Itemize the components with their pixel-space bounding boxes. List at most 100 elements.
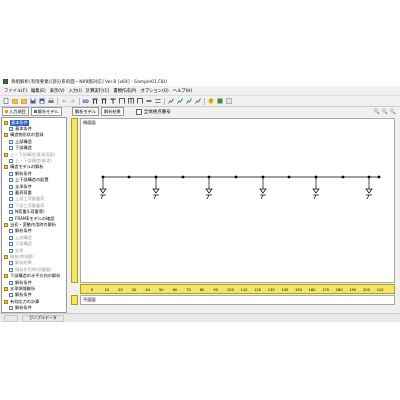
plan-view-pane[interactable]: 平面図	[80, 295, 395, 305]
tree-leaf-item[interactable]: 上部構造	[9, 139, 32, 144]
menu-calc[interactable]: 計算実行(C)	[86, 88, 110, 94]
tree-leaf-item[interactable]: 上下部構造の配置	[9, 177, 49, 183]
tab-model-view[interactable]: 解析モデル	[72, 107, 99, 116]
tree-item-label: N荷重(L荷重等)	[15, 209, 45, 215]
open-folder-icon[interactable]	[11, 98, 18, 105]
ruler-tick-label: 200	[363, 288, 370, 292]
tree-leaf-item[interactable]: 支承条件	[9, 184, 32, 189]
tree-leaf-item[interactable]: 下部構造	[9, 145, 32, 151]
tree-folder-item[interactable]: 下部構造の水平方向の解析	[4, 273, 60, 279]
side-view-pane[interactable]: 側面図	[80, 118, 395, 283]
save-icon[interactable]	[29, 98, 36, 105]
model-icon[interactable]	[145, 98, 152, 105]
document-icon	[9, 203, 13, 208]
3d-view-icon[interactable]: 3D	[82, 98, 89, 105]
undo-icon[interactable]	[60, 98, 67, 105]
input-items-icon	[5, 110, 8, 113]
tree-leaf-item[interactable]: 上・下部構造(基本)	[9, 158, 52, 163]
ruler-tick-label: 0	[91, 288, 94, 292]
zoom-out-icon[interactable]: 🔍	[382, 109, 388, 115]
tree-leaf-item[interactable]: 解析条件	[9, 171, 32, 176]
ruler-tick-label: 50	[159, 288, 164, 292]
tab-input-items[interactable]: 入力項目	[2, 107, 29, 116]
guide-icon[interactable]	[216, 98, 223, 105]
tree-folder-item[interactable]: 有効応力の計算	[4, 299, 39, 304]
info-icon[interactable]	[225, 98, 232, 105]
tree-leaf-item[interactable]: 上部工荷重載荷	[9, 196, 44, 202]
status-sample-data: ガンプルデータ	[22, 314, 64, 322]
graph-icon[interactable]	[176, 98, 183, 105]
tree-leaf-item[interactable]: 解析条件	[9, 280, 32, 285]
tree-leaf-item[interactable]: 上部構造	[9, 235, 32, 240]
tree-item-label: 偶発作用時(地震動)	[15, 266, 52, 272]
ruler-tick-label: 80	[199, 288, 205, 292]
model-icon[interactable]	[154, 98, 161, 105]
menu-edit[interactable]: 編集(E)	[31, 88, 46, 94]
zoom-fit-icon[interactable]: 🔍	[390, 109, 396, 115]
frame-icon[interactable]	[136, 98, 143, 105]
toolbar-separator	[79, 97, 80, 105]
tree-leaf-item[interactable]: 下部工荷重載荷	[9, 203, 44, 208]
help-icon[interactable]: ?	[207, 98, 214, 105]
menu-view[interactable]: 表示(V)	[50, 88, 65, 94]
left-tab-strip: 入力項目 解析モデル	[0, 107, 68, 116]
save-as-icon[interactable]	[38, 98, 45, 105]
tree-leaf-item[interactable]: 基本条件	[9, 126, 32, 131]
tree-folder-item[interactable]: 構造物形状の登録	[4, 132, 44, 138]
tree-folder-item[interactable]: 偶発(時刻歴)	[4, 254, 34, 259]
zoom-in-icon[interactable]: 🔍	[374, 109, 380, 115]
new-file-icon[interactable]	[2, 98, 9, 105]
folder-icon	[4, 299, 8, 304]
tree-item-label: 解析結果	[15, 260, 32, 266]
tree-leaf-item[interactable]: 支承	[9, 248, 23, 253]
tab-analysis-model[interactable]: 解析モデル	[30, 107, 62, 116]
open-folder-icon[interactable]	[20, 98, 27, 105]
menu-file[interactable]: ファイル(F)	[4, 88, 27, 94]
tree-leaf-item[interactable]: 解析条件	[9, 228, 32, 234]
tree-leaf-item[interactable]: 解析条件	[9, 305, 32, 311]
tree-folder-item[interactable]: 構造モデルの解析	[4, 164, 44, 170]
frame-icon[interactable]	[127, 98, 134, 105]
analysis-model-icon	[33, 110, 37, 113]
folder-icon	[4, 152, 8, 157]
graph-icon[interactable]	[167, 98, 174, 105]
tab-result-view[interactable]: 解析結果	[100, 107, 124, 116]
print-icon[interactable]	[47, 98, 54, 105]
tree-leaf-item[interactable]: 偶発作用時(地震動)	[9, 267, 52, 272]
node-number-checkbox[interactable]	[135, 108, 142, 115]
pier-icon[interactable]	[100, 98, 107, 105]
tree-leaf-item[interactable]: 載荷荷重	[9, 190, 32, 195]
menu-report[interactable]: 書類作成(P)	[113, 88, 136, 94]
tree-item-label: 解析条件	[15, 305, 32, 311]
node	[127, 175, 131, 179]
folder-icon	[4, 222, 8, 227]
frame-icon[interactable]	[118, 98, 125, 105]
menu-input[interactable]: 入力(I)	[69, 88, 82, 94]
tree-item-label: 解析条件	[15, 170, 32, 176]
tree-folder-item[interactable]: 支承領域解析	[4, 286, 35, 291]
tree-leaf-item[interactable]: 解析条件	[9, 292, 32, 298]
menu-options[interactable]: オプション(O)	[140, 88, 168, 94]
tree-item-label: 基本条件	[10, 119, 29, 126]
tree-leaf-item[interactable]: 下部構造	[9, 241, 32, 247]
tree-leaf-item[interactable]: FRAMEモデルの確認	[9, 216, 54, 221]
graph-icon[interactable]	[185, 98, 192, 105]
folder-icon	[4, 254, 8, 259]
tree-leaf-item[interactable]: 解析結果	[9, 260, 32, 266]
redo-icon[interactable]	[69, 98, 76, 105]
tree-folder-item[interactable]: 当初・変動作用時の解析	[4, 222, 56, 227]
tree-leaf-item[interactable]: N荷重(L荷重等)	[9, 209, 45, 215]
support-6	[365, 177, 373, 200]
input-tree[interactable]: 基本条件 基本条件 構造物形状の登録 上部構造 下部構造 上・下部構造(基本画面) 上・下部…	[1, 117, 67, 313]
toolbar-separator	[204, 97, 205, 105]
tree-folder-item[interactable]: 上・下部構造(基本画面)	[4, 152, 55, 157]
tree-folder-item[interactable]: 基本条件	[4, 119, 29, 126]
document-icon	[9, 293, 13, 298]
graph-icon[interactable]	[194, 98, 201, 105]
pier-icon[interactable]	[109, 98, 116, 105]
document-icon	[9, 184, 13, 189]
pier-icon[interactable]	[91, 98, 98, 105]
document-icon	[9, 171, 13, 176]
tree-item-label: 基本条件	[15, 125, 32, 131]
menu-help[interactable]: ヘルプ(H)	[173, 88, 192, 94]
